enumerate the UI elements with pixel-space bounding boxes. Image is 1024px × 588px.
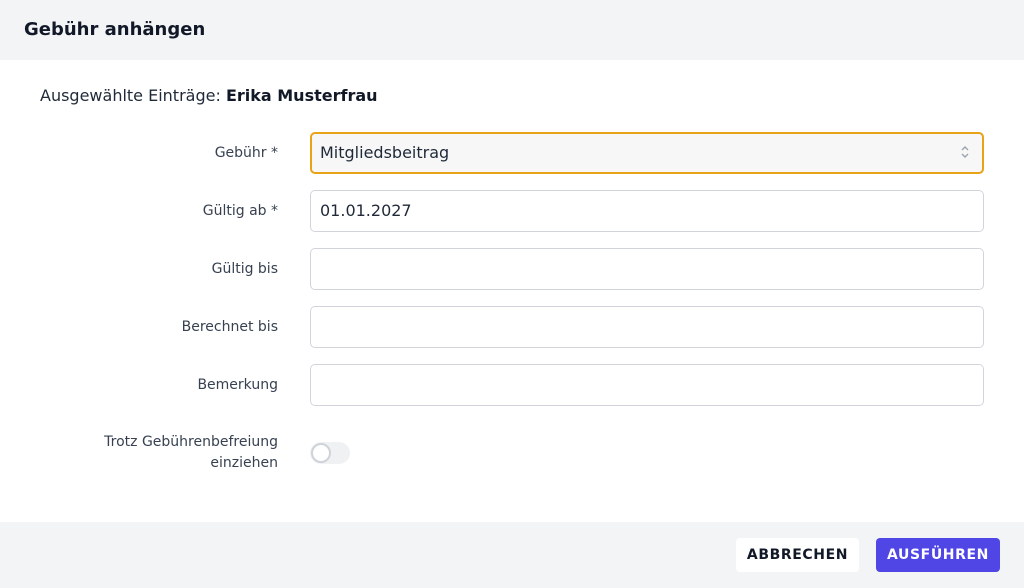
valid-from-label: Gültig ab * — [202, 203, 278, 219]
dialog-title: Gebühr anhängen — [24, 19, 206, 40]
select-arrows-icon — [961, 146, 969, 158]
dialog-footer: ABBRECHEN AUSFÜHREN — [0, 522, 1024, 588]
remark-label: Bemerkung — [197, 377, 278, 393]
fee-select-value: Mitgliedsbeitrag — [320, 143, 450, 162]
run-button[interactable]: AUSFÜHREN — [876, 538, 1000, 572]
cancel-button[interactable]: ABBRECHEN — [736, 538, 859, 572]
valid-to-input[interactable] — [310, 248, 984, 290]
exemption-label-line1: Trotz Gebührenbefreiung — [104, 434, 278, 450]
selected-entries-label: Ausgewählte Einträge: — [40, 86, 221, 105]
selected-entry-name: Erika Musterfrau — [225, 86, 378, 105]
fee-select[interactable]: Mitgliedsbeitrag — [310, 132, 984, 174]
charged-to-label: Berechnet bis — [181, 319, 278, 335]
selected-entries: Ausgewählte Einträge: Erika Musterfrau — [40, 85, 378, 107]
fee-label: Gebühr * — [214, 145, 278, 161]
valid-from-input[interactable]: 01.01.2027 — [310, 190, 984, 232]
dialog-header: Gebühr anhängen — [0, 0, 1024, 60]
exemption-toggle[interactable] — [310, 442, 350, 464]
charged-to-input[interactable] — [310, 306, 984, 348]
exemption-label-line2: einziehen — [210, 455, 278, 471]
remark-input[interactable] — [310, 364, 984, 406]
toggle-knob — [311, 443, 331, 463]
valid-to-label: Gültig bis — [211, 261, 278, 277]
attach-fee-dialog: Gebühr anhängen Ausgewählte Einträge: Er… — [0, 0, 1024, 588]
